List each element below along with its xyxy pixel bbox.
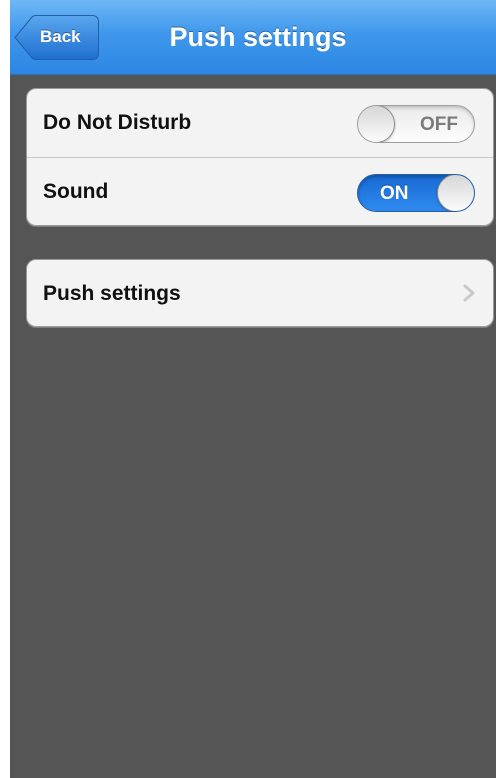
navigation-bar: Back Push settings — [10, 0, 496, 75]
sound-toggle[interactable]: ON — [357, 174, 475, 212]
setting-label-sound: Sound — [43, 180, 109, 203]
push-settings-label: Push settings — [43, 282, 181, 305]
toggle-knob — [358, 106, 395, 142]
page-title: Push settings — [169, 22, 347, 52]
setting-label-do-not-disturb: Do Not Disturb — [43, 111, 192, 134]
link-group: Push settings — [26, 259, 494, 327]
toggle-knob — [437, 175, 474, 211]
toggle-state-on: ON — [380, 183, 409, 204]
chevron-right-icon — [463, 284, 475, 302]
setting-row-do-not-disturb: Do Not Disturb OFF — [27, 89, 493, 157]
settings-group: Do Not Disturb OFF Sound ON — [26, 88, 494, 226]
do-not-disturb-toggle[interactable]: OFF — [357, 105, 475, 143]
toggle-state-off: OFF — [420, 114, 458, 135]
setting-row-sound: Sound ON — [27, 157, 493, 225]
app-screen: Back Push settings Do Not Disturb OFF So… — [10, 0, 496, 778]
push-settings-row[interactable]: Push settings — [27, 260, 493, 326]
